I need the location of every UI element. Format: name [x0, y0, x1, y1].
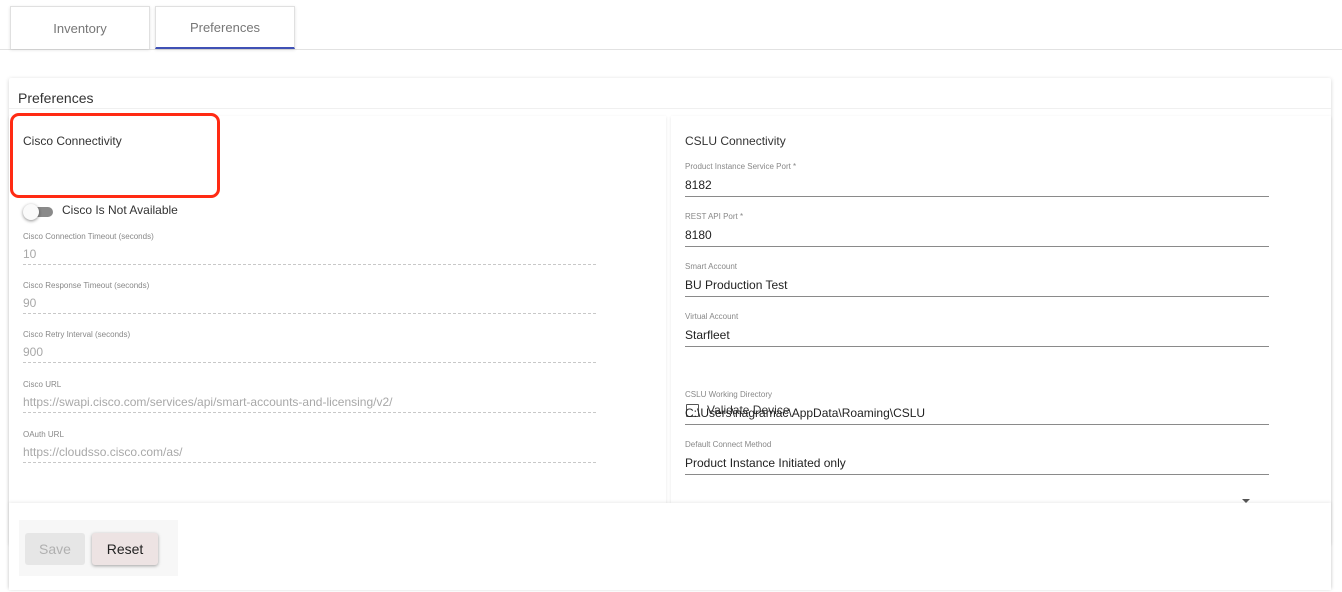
field-underline [23, 412, 596, 413]
field-underline [23, 362, 596, 363]
field-underline [685, 196, 1269, 197]
field-label: REST API Port * [685, 212, 744, 221]
field-label: Smart Account [685, 262, 738, 271]
field-value: 8180 [685, 228, 712, 242]
divider [9, 108, 1331, 109]
cisco-connectivity-panel: Cisco Connectivity Cisco Is Not Availabl… [9, 116, 666, 544]
button-group: Save Reset [19, 520, 178, 576]
card-title: Preferences [18, 90, 94, 106]
field-label: Cisco Retry Interval (seconds) [23, 330, 131, 339]
field-underline [23, 462, 596, 463]
field-underline [23, 313, 596, 314]
field-label: CSLU Working Directory [685, 390, 772, 399]
field-label: Virtual Account [685, 312, 739, 321]
field-label: Product Instance Service Port * [685, 162, 797, 171]
field-value: C:\Users\nagramac\AppData\Roaming\CSLU [685, 406, 926, 420]
select-value: Product Instance Initiated only [685, 456, 846, 470]
cisco-availability-toggle[interactable] [23, 204, 55, 220]
toggle-thumb [23, 204, 39, 220]
tab-bar: Inventory Preferences [0, 0, 1342, 50]
field-label: Cisco URL [23, 380, 62, 389]
tab-inventory[interactable]: Inventory [10, 6, 150, 49]
field-value: https://cloudsso.cisco.com/as/ [23, 445, 183, 459]
field-underline [685, 346, 1269, 347]
save-button[interactable]: Save [25, 533, 85, 565]
field-label: Cisco Connection Timeout (seconds) [23, 232, 154, 241]
field-value: 8182 [685, 178, 712, 192]
field-underline [685, 296, 1269, 297]
field-underline [685, 246, 1269, 247]
reset-button[interactable]: Reset [92, 533, 158, 565]
field-value: BU Production Test [685, 278, 788, 292]
tab-preferences[interactable]: Preferences [155, 6, 295, 49]
cslu-connectivity-title: CSLU Connectivity [685, 134, 786, 148]
cslu-connectivity-panel: CSLU Connectivity Product Instance Servi… [671, 116, 1331, 544]
field-value: Starfleet [685, 328, 730, 342]
field-value: 10 [23, 247, 37, 261]
field-underline [685, 424, 1269, 425]
cisco-connectivity-title: Cisco Connectivity [23, 134, 122, 148]
field-underline [23, 264, 596, 265]
field-label: Cisco Response Timeout (seconds) [23, 281, 150, 290]
field-label: OAuth URL [23, 430, 64, 439]
cisco-availability-label: Cisco Is Not Available [62, 203, 178, 217]
field-value: https://swapi.cisco.com/services/api/sma… [23, 395, 393, 409]
field-value: 900 [23, 345, 44, 359]
footer-actions: Save Reset [9, 503, 1331, 590]
field-underline [685, 474, 1269, 475]
field-label: Default Connect Method [685, 440, 772, 449]
field-value: 90 [23, 296, 37, 310]
